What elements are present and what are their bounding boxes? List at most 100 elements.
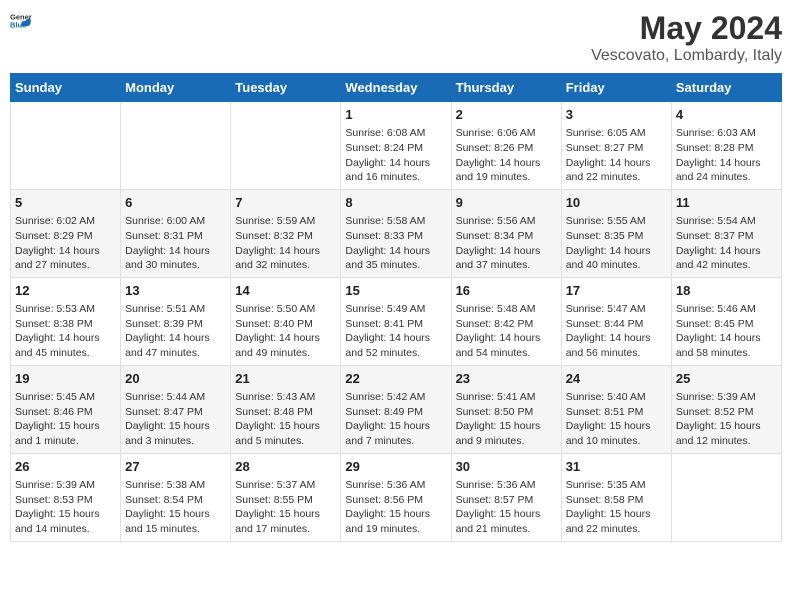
day-info: Sunrise: 5:54 AMSunset: 8:37 PMDaylight:… bbox=[676, 214, 777, 273]
calendar-cell: 3 Sunrise: 6:05 AMSunset: 8:27 PMDaylight… bbox=[561, 102, 671, 190]
calendar-cell: 22Sunrise: 5:42 AMSunset: 8:49 PMDayligh… bbox=[341, 365, 451, 453]
day-number: 30 bbox=[456, 458, 557, 476]
col-header-saturday: Saturday bbox=[671, 74, 781, 102]
calendar-cell: 29 Sunrise: 5:36 AMSunset: 8:56 PMDayligh… bbox=[341, 453, 451, 541]
day-number: 9 bbox=[456, 194, 557, 212]
page-subtitle: Vescovato, Lombardy, Italy bbox=[591, 47, 782, 65]
calendar-cell: 27 Sunrise: 5:38 AMSunset: 8:54 PMDayligh… bbox=[121, 453, 231, 541]
calendar-cell: 31Sunrise: 5:35 AMSunset: 8:58 PMDayligh… bbox=[561, 453, 671, 541]
day-number: 4 bbox=[676, 106, 777, 124]
day-number: 24 bbox=[566, 370, 667, 388]
week-row-3: 12Sunrise: 5:53 AMSunset: 8:38 PMDayligh… bbox=[11, 277, 782, 365]
day-info: Sunrise: 6:00 AMSunset: 8:31 PMDaylight:… bbox=[125, 214, 226, 273]
day-number: 29 bbox=[345, 458, 446, 476]
day-info: Sunrise: 5:46 AMSunset: 8:45 PMDaylight:… bbox=[676, 302, 777, 361]
day-info: Sunrise: 5:38 AMSunset: 8:54 PMDaylight:… bbox=[125, 478, 226, 537]
day-info: Sunrise: 5:44 AMSunset: 8:47 PMDaylight:… bbox=[125, 390, 226, 449]
calendar-cell: 11Sunrise: 5:54 AMSunset: 8:37 PMDayligh… bbox=[671, 189, 781, 277]
calendar-cell: 25 Sunrise: 5:39 AMSunset: 8:52 PMDayligh… bbox=[671, 365, 781, 453]
calendar-cell: 15 Sunrise: 5:49 AMSunset: 8:41 PMDayligh… bbox=[341, 277, 451, 365]
day-number: 25 bbox=[676, 370, 777, 388]
calendar-cell: 14 Sunrise: 5:50 AMSunset: 8:40 PMDayligh… bbox=[231, 277, 341, 365]
day-info: Sunrise: 6:05 AMSunset: 8:27 PMDaylight:… bbox=[566, 126, 667, 185]
day-info: Sunrise: 6:06 AMSunset: 8:26 PMDaylight:… bbox=[456, 126, 557, 185]
day-number: 31 bbox=[566, 458, 667, 476]
day-info: Sunrise: 6:02 AMSunset: 8:29 PMDaylight:… bbox=[15, 214, 116, 273]
calendar-cell: 9 Sunrise: 5:56 AMSunset: 8:34 PMDaylight… bbox=[451, 189, 561, 277]
day-info: Sunrise: 5:43 AMSunset: 8:48 PMDaylight:… bbox=[235, 390, 336, 449]
calendar-cell: 5 Sunrise: 6:02 AMSunset: 8:29 PMDaylight… bbox=[11, 189, 121, 277]
day-info: Sunrise: 5:36 AMSunset: 8:56 PMDaylight:… bbox=[345, 478, 446, 537]
calendar-header: SundayMondayTuesdayWednesdayThursdayFrid… bbox=[11, 74, 782, 102]
calendar-cell bbox=[231, 102, 341, 190]
calendar-cell: 20Sunrise: 5:44 AMSunset: 8:47 PMDayligh… bbox=[121, 365, 231, 453]
page-title: May 2024 bbox=[591, 10, 782, 47]
day-number: 28 bbox=[235, 458, 336, 476]
day-info: Sunrise: 6:03 AMSunset: 8:28 PMDaylight:… bbox=[676, 126, 777, 185]
day-info: Sunrise: 5:58 AMSunset: 8:33 PMDaylight:… bbox=[345, 214, 446, 273]
day-number: 14 bbox=[235, 282, 336, 300]
day-info: Sunrise: 5:48 AMSunset: 8:42 PMDaylight:… bbox=[456, 302, 557, 361]
day-number: 3 bbox=[566, 106, 667, 124]
day-info: Sunrise: 5:50 AMSunset: 8:40 PMDaylight:… bbox=[235, 302, 336, 361]
calendar-cell: 21 Sunrise: 5:43 AMSunset: 8:48 PMDayligh… bbox=[231, 365, 341, 453]
logo-graphic: General Blue bbox=[10, 10, 32, 37]
day-number: 10 bbox=[566, 194, 667, 212]
day-info: Sunrise: 5:51 AMSunset: 8:39 PMDaylight:… bbox=[125, 302, 226, 361]
day-number: 15 bbox=[345, 282, 446, 300]
day-info: Sunrise: 5:56 AMSunset: 8:34 PMDaylight:… bbox=[456, 214, 557, 273]
day-info: Sunrise: 5:39 AMSunset: 8:53 PMDaylight:… bbox=[15, 478, 116, 537]
day-number: 5 bbox=[15, 194, 116, 212]
week-row-2: 5 Sunrise: 6:02 AMSunset: 8:29 PMDaylight… bbox=[11, 189, 782, 277]
calendar-cell: 7 Sunrise: 5:59 AMSunset: 8:32 PMDaylight… bbox=[231, 189, 341, 277]
day-number: 18 bbox=[676, 282, 777, 300]
calendar-cell: 19 Sunrise: 5:45 AMSunset: 8:46 PMDayligh… bbox=[11, 365, 121, 453]
day-info: Sunrise: 5:55 AMSunset: 8:35 PMDaylight:… bbox=[566, 214, 667, 273]
day-info: Sunrise: 5:59 AMSunset: 8:32 PMDaylight:… bbox=[235, 214, 336, 273]
day-number: 2 bbox=[456, 106, 557, 124]
calendar-table: SundayMondayTuesdayWednesdayThursdayFrid… bbox=[10, 73, 782, 542]
calendar-cell bbox=[671, 453, 781, 541]
col-header-monday: Monday bbox=[121, 74, 231, 102]
calendar-cell: 23Sunrise: 5:41 AMSunset: 8:50 PMDayligh… bbox=[451, 365, 561, 453]
page-header: General Blue May 2024 Vescovato, Lombard… bbox=[10, 10, 782, 65]
day-number: 7 bbox=[235, 194, 336, 212]
calendar-cell: 1Sunrise: 6:08 AMSunset: 8:24 PMDaylight… bbox=[341, 102, 451, 190]
col-header-tuesday: Tuesday bbox=[231, 74, 341, 102]
calendar-cell: 10 Sunrise: 5:55 AMSunset: 8:35 PMDayligh… bbox=[561, 189, 671, 277]
calendar-cell: 12Sunrise: 5:53 AMSunset: 8:38 PMDayligh… bbox=[11, 277, 121, 365]
day-info: Sunrise: 5:39 AMSunset: 8:52 PMDaylight:… bbox=[676, 390, 777, 449]
week-row-1: 1Sunrise: 6:08 AMSunset: 8:24 PMDaylight… bbox=[11, 102, 782, 190]
day-info: Sunrise: 5:41 AMSunset: 8:50 PMDaylight:… bbox=[456, 390, 557, 449]
calendar-cell bbox=[11, 102, 121, 190]
day-number: 19 bbox=[15, 370, 116, 388]
day-info: Sunrise: 5:45 AMSunset: 8:46 PMDaylight:… bbox=[15, 390, 116, 449]
calendar-cell: 18 Sunrise: 5:46 AMSunset: 8:45 PMDayligh… bbox=[671, 277, 781, 365]
day-number: 27 bbox=[125, 458, 226, 476]
day-number: 8 bbox=[345, 194, 446, 212]
calendar-body: 1Sunrise: 6:08 AMSunset: 8:24 PMDaylight… bbox=[11, 102, 782, 542]
calendar-cell: 2 Sunrise: 6:06 AMSunset: 8:26 PMDaylight… bbox=[451, 102, 561, 190]
day-info: Sunrise: 5:40 AMSunset: 8:51 PMDaylight:… bbox=[566, 390, 667, 449]
logo: General Blue bbox=[10, 10, 32, 37]
calendar-cell: 16Sunrise: 5:48 AMSunset: 8:42 PMDayligh… bbox=[451, 277, 561, 365]
day-info: Sunrise: 6:08 AMSunset: 8:24 PMDaylight:… bbox=[345, 126, 446, 185]
week-row-5: 26Sunrise: 5:39 AMSunset: 8:53 PMDayligh… bbox=[11, 453, 782, 541]
calendar-cell: 17 Sunrise: 5:47 AMSunset: 8:44 PMDayligh… bbox=[561, 277, 671, 365]
calendar-cell: 4 Sunrise: 6:03 AMSunset: 8:28 PMDaylight… bbox=[671, 102, 781, 190]
calendar-cell: 24 Sunrise: 5:40 AMSunset: 8:51 PMDayligh… bbox=[561, 365, 671, 453]
calendar-cell: 26Sunrise: 5:39 AMSunset: 8:53 PMDayligh… bbox=[11, 453, 121, 541]
col-header-wednesday: Wednesday bbox=[341, 74, 451, 102]
day-number: 22 bbox=[345, 370, 446, 388]
day-number: 21 bbox=[235, 370, 336, 388]
header-row: SundayMondayTuesdayWednesdayThursdayFrid… bbox=[11, 74, 782, 102]
calendar-cell bbox=[121, 102, 231, 190]
calendar-cell: 8 Sunrise: 5:58 AMSunset: 8:33 PMDaylight… bbox=[341, 189, 451, 277]
svg-text:Blue: Blue bbox=[10, 20, 26, 29]
col-header-thursday: Thursday bbox=[451, 74, 561, 102]
title-section: May 2024 Vescovato, Lombardy, Italy bbox=[591, 10, 782, 65]
calendar-cell: 30Sunrise: 5:36 AMSunset: 8:57 PMDayligh… bbox=[451, 453, 561, 541]
day-info: Sunrise: 5:49 AMSunset: 8:41 PMDaylight:… bbox=[345, 302, 446, 361]
day-number: 17 bbox=[566, 282, 667, 300]
day-info: Sunrise: 5:47 AMSunset: 8:44 PMDaylight:… bbox=[566, 302, 667, 361]
